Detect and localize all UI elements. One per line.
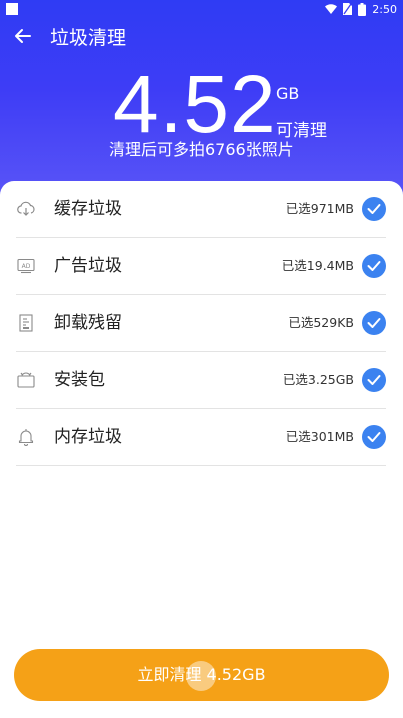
item-selected-size: 已选971MB [285,201,354,216]
checkbox[interactable] [362,197,386,221]
item-label: 内存垃圾 [54,427,122,447]
cleanable-size-unit: GB [276,84,300,103]
list-item-ad-junk[interactable]: AD 广告垃圾 已选19.4MB [16,238,386,295]
item-selected-size: 已选3.25GB [282,372,354,387]
clean-now-label: 立即清理 4.52GB [137,665,266,684]
page-title: 垃圾清理 [50,27,127,49]
check-icon [367,371,381,390]
memory-icon [16,427,36,447]
package-icon [16,370,36,390]
photos-estimate: 清理后可多拍6766张照片 [109,140,294,159]
clock: 2:50 [372,2,397,16]
checkbox[interactable] [362,311,386,335]
item-selected-size: 已选529KB [288,315,354,330]
item-selected-size: 已选301MB [285,429,354,444]
list-item-cache-junk[interactable]: 缓存垃圾 已选971MB [16,181,386,238]
no-sim-icon [343,3,353,15]
item-label: 安装包 [54,370,105,390]
list-item-memory-junk[interactable]: 内存垃圾 已选301MB [16,409,386,466]
uninstall-residue-icon [16,313,36,333]
checkbox[interactable] [362,425,386,449]
wifi-icon [325,4,338,14]
arrow-left-icon [14,28,32,48]
checkbox[interactable] [362,368,386,392]
check-icon [367,428,381,447]
junk-category-list: 缓存垃圾 已选971MB AD 广告垃圾 已选19.4MB 卸载残留 已选529… [16,181,386,466]
header: 2:50 垃圾清理 4.52 GB 可清理 清理后可多拍6766张照片 [0,0,403,200]
check-icon [367,314,381,333]
status-indicators: 2:50 [325,1,397,17]
list-item-uninstall-residue[interactable]: 卸载残留 已选529KB [16,295,386,352]
ad-icon: AD [16,256,36,276]
item-selected-size: 已选19.4MB [281,258,354,273]
item-label: 广告垃圾 [54,256,122,276]
check-icon [367,257,381,276]
item-label: 卸载残留 [54,313,122,333]
checkbox[interactable] [362,254,386,278]
app-bar: 垃圾清理 [0,18,403,58]
list-item-install-package[interactable]: 安装包 已选3.25GB [16,352,386,409]
item-label: 缓存垃圾 [54,199,122,219]
svg-text:AD: AD [22,263,31,270]
notification-icon [6,3,18,15]
battery-icon [358,2,367,16]
back-button[interactable] [8,24,38,52]
status-bar: 2:50 [0,0,403,18]
junk-list-panel: 缓存垃圾 已选971MB AD 广告垃圾 已选19.4MB 卸载残留 已选529… [0,181,403,718]
cloud-download-icon [16,199,36,219]
check-icon [367,200,381,219]
clean-now-button[interactable]: 立即清理 4.52GB [14,649,389,701]
